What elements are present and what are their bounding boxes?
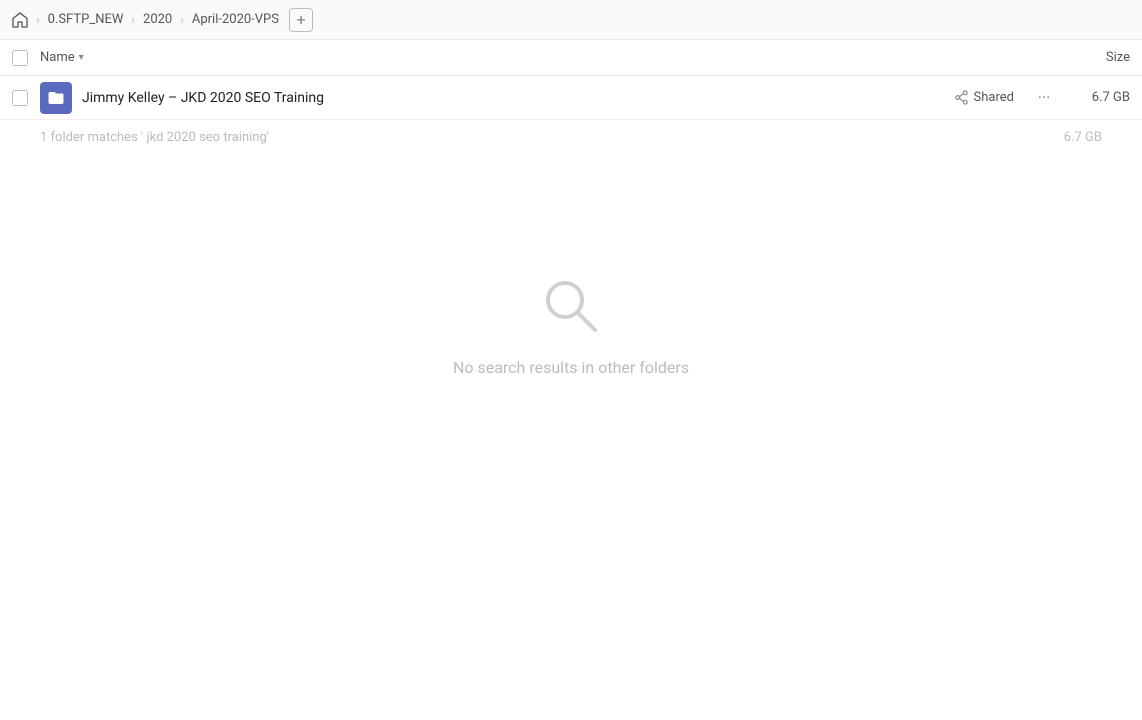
row-checkbox[interactable] — [12, 90, 28, 106]
breadcrumb-sep-2: › — [131, 13, 135, 27]
no-results-icon — [539, 274, 603, 342]
sort-arrow-icon: ▾ — [79, 52, 84, 63]
name-sort-button[interactable]: Name ▾ — [40, 50, 84, 65]
empty-state-text: No search results in other folders — [453, 358, 689, 377]
breadcrumb-bar: › 0.SFTP_NEW › 2020 › April-2020-VPS + — [0, 0, 1142, 40]
breadcrumb-sep-1: › — [36, 13, 40, 27]
empty-state: No search results in other folders — [0, 155, 1142, 495]
size-column-header: Size — [1106, 50, 1130, 65]
search-note-size: 6.7 GB — [1064, 130, 1102, 145]
add-breadcrumb-button[interactable]: + — [289, 8, 313, 32]
home-button[interactable] — [12, 12, 28, 28]
share-icon — [954, 90, 969, 105]
breadcrumb-april[interactable]: April-2020-VPS — [188, 10, 283, 29]
column-header: Name ▾ Size — [0, 40, 1142, 76]
search-note-row: 1 folder matches ' jkd 2020 seo training… — [0, 120, 1142, 155]
breadcrumb-2020[interactable]: 2020 — [139, 10, 176, 29]
shared-badge: Shared — [954, 90, 1014, 105]
select-all-checkbox[interactable] — [12, 50, 28, 66]
folder-icon — [40, 82, 72, 114]
breadcrumb-sftp[interactable]: 0.SFTP_NEW — [44, 10, 128, 29]
more-options-button[interactable]: ··· — [1030, 84, 1058, 112]
breadcrumb-sep-3: › — [180, 13, 184, 27]
shared-label: Shared — [974, 90, 1014, 105]
file-name: Jimmy Kelley – JKD 2020 SEO Training — [82, 90, 954, 106]
search-note-text: 1 folder matches ' jkd 2020 seo training… — [40, 130, 269, 145]
file-row[interactable]: Jimmy Kelley – JKD 2020 SEO Training Sha… — [0, 76, 1142, 120]
file-size: 6.7 GB — [1070, 90, 1130, 105]
